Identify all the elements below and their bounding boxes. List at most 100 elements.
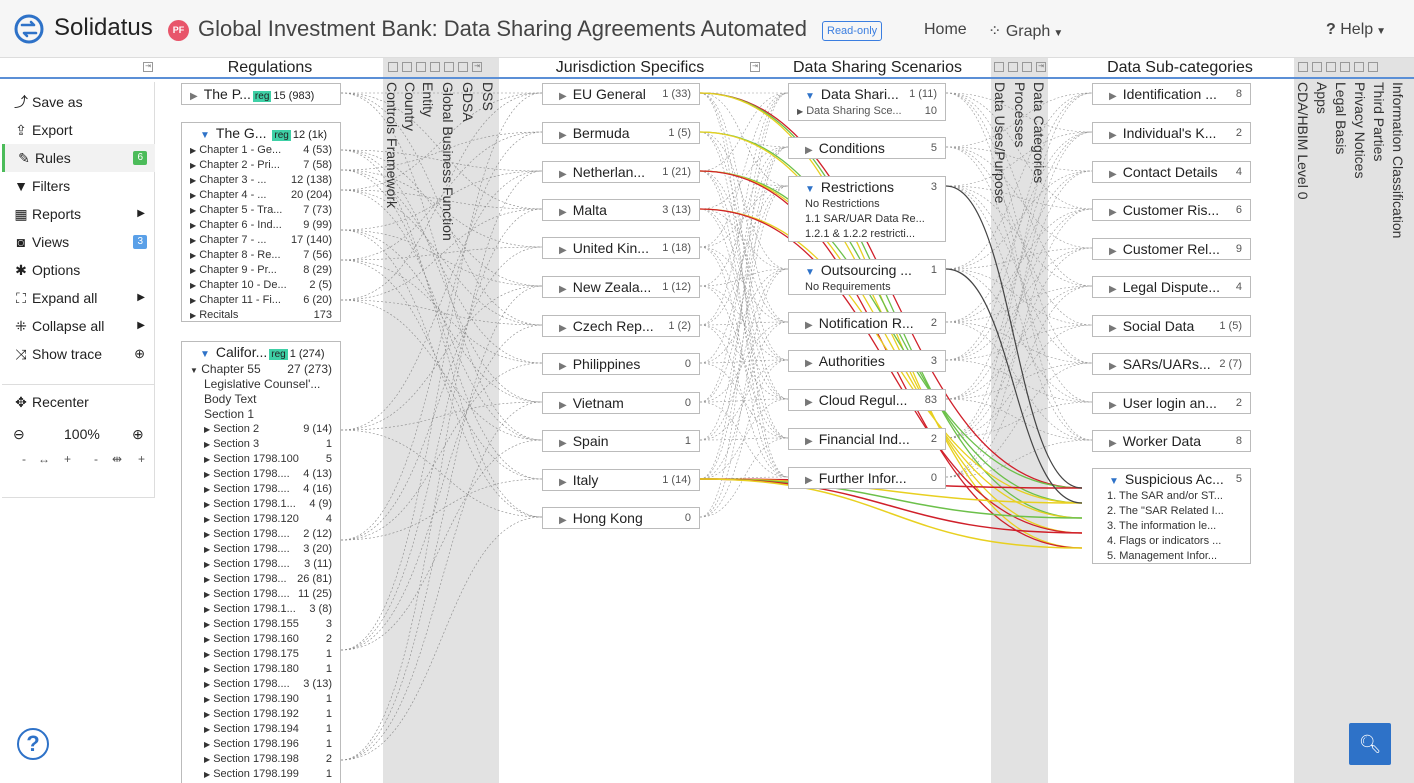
- section-item[interactable]: ▶ Section 1798.180 1: [182, 662, 340, 677]
- list-item[interactable]: 1. The SAR and/or ST...: [1093, 489, 1250, 504]
- section-item[interactable]: ▶ Section 1798.190 1: [182, 692, 340, 707]
- expand-triangle-icon[interactable]: ▶: [805, 358, 813, 369]
- expand-triangle-icon[interactable]: ▶: [805, 320, 813, 331]
- scenario-node-data-sharing[interactable]: ▼ Data Shari... 1 (11) ▶ Data Sharing Sce.…: [788, 83, 946, 121]
- jurisdiction-node[interactable]: ▶ Philippines 0: [542, 353, 700, 375]
- section-item[interactable]: ▶ Section 1798.160 2: [182, 632, 340, 647]
- scenario-node-conditions[interactable]: ▶ Conditions 5: [788, 137, 946, 159]
- sidebar-item-save-as[interactable]: ⤴ Save as: [2, 88, 155, 116]
- sidebar-item-options[interactable]: ✱ Options: [2, 256, 155, 284]
- expand-triangle-icon[interactable]: ▶: [1109, 323, 1117, 334]
- expand-triangle-icon[interactable]: ▶: [1109, 207, 1117, 218]
- section-item[interactable]: ▶ Section 1798... 26 (81): [182, 572, 340, 587]
- scenario-node-financial[interactable]: ▶ Financial Ind... 2: [788, 428, 946, 450]
- sidebar-item-export[interactable]: ⇪ Export: [2, 116, 155, 144]
- list-item[interactable]: 5. Management Infor...: [1093, 549, 1250, 564]
- expand-triangle-icon[interactable]: ▶: [559, 361, 567, 372]
- column-toolbar[interactable]: ⇥: [388, 62, 482, 72]
- search-button[interactable]: 🔍︎: [1349, 723, 1391, 765]
- subcategory-node[interactable]: ▶ Individual's K... 2: [1092, 122, 1251, 144]
- list-item[interactable]: Legislative Counsel'...: [182, 377, 340, 392]
- section-item[interactable]: ▶ Section 1798.199 1: [182, 767, 340, 782]
- chapter-item[interactable]: ▶ Chapter 10 - De... 2 (5): [182, 278, 340, 293]
- expand-triangle-icon[interactable]: ▶: [559, 169, 567, 180]
- expand-triangle-icon[interactable]: ▶: [559, 284, 567, 295]
- subcategory-node[interactable]: ▶ Legal Dispute... 4: [1092, 276, 1251, 298]
- layer-label-country[interactable]: Country: [402, 82, 418, 131]
- list-item[interactable]: 4. Flags or indicators ...: [1093, 534, 1250, 549]
- widen-gap-button[interactable]: +: [138, 448, 145, 470]
- section-item[interactable]: ▶ Section 1798.... 3 (11): [182, 557, 340, 572]
- subcategory-node-suspicious[interactable]: ▼ Suspicious Ac... 5 1. The SAR and/or ST.…: [1092, 468, 1251, 564]
- sidebar-item-reports[interactable]: ▦ Reports ▶: [2, 200, 155, 228]
- subcategory-node[interactable]: ▶ Customer Rel... 9: [1092, 238, 1251, 260]
- layer-label-processes[interactable]: Processes: [1012, 82, 1028, 147]
- subcategory-node[interactable]: ▶ Contact Details 4: [1092, 161, 1251, 183]
- sidebar-item-expand-all[interactable]: ⛶ Expand all ▶: [2, 284, 155, 312]
- expand-triangle-icon[interactable]: ▶: [805, 475, 813, 486]
- layer-label-gbf[interactable]: Global Business Function: [440, 82, 456, 241]
- recenter-button[interactable]: ✥ Recenter: [2, 388, 155, 416]
- jurisdiction-node[interactable]: ▶ United Kin... 1 (18): [542, 237, 700, 259]
- sidebar-item-filters[interactable]: ▼ Filters: [2, 172, 155, 200]
- section-item[interactable]: ▶ Section 1798.196 1: [182, 737, 340, 752]
- section-item[interactable]: ▶ Section 1798.100 5: [182, 452, 340, 467]
- expand-triangle-icon[interactable]: ▶: [1109, 246, 1117, 257]
- expand-triangle-icon[interactable]: ▶: [1109, 130, 1117, 141]
- section-item[interactable]: ▶ Section 1798.... 3 (20): [182, 542, 340, 557]
- expand-triangle-icon[interactable]: ▶: [559, 91, 567, 102]
- sidebar-item-rules[interactable]: ✎ Rules 6: [2, 144, 155, 172]
- jurisdiction-node[interactable]: ▶ New Zeala... 1 (12): [542, 276, 700, 298]
- scenario-node-restrictions[interactable]: ▼ Restrictions 3 No Restrictions 1.1 SAR/U…: [788, 176, 946, 242]
- column-header-jurisdiction[interactable]: Jurisdiction Specifics: [540, 58, 720, 78]
- list-item[interactable]: ▶ Data Sharing Sce... 10: [789, 104, 945, 119]
- sidebar-item-collapse-all[interactable]: ⁜ Collapse all ▶: [2, 312, 155, 340]
- subcategory-node[interactable]: ▶ SARs/UARs... 2 (7): [1092, 353, 1251, 375]
- section-item[interactable]: ▶ Section 1798.... 3 (13): [182, 677, 340, 692]
- list-item[interactable]: 1.2.1 & 1.2.2 restricti...: [789, 227, 945, 242]
- subcategory-node[interactable]: ▶ Identification ... 8: [1092, 83, 1251, 105]
- section-item[interactable]: ▶ Section 1798.1... 3 (8): [182, 602, 340, 617]
- scenario-node-further[interactable]: ▶ Further Infor... 0: [788, 467, 946, 489]
- jurisdiction-node[interactable]: ▶ Bermuda 1 (5): [542, 122, 700, 144]
- section-item[interactable]: ▶ Section 1798.... 11 (25): [182, 587, 340, 602]
- chapter-item[interactable]: ▶ Chapter 7 - ... 17 (140): [182, 233, 340, 248]
- expand-triangle-icon[interactable]: ▶: [559, 130, 567, 141]
- collapse-triangle-icon[interactable]: ▼: [1109, 476, 1119, 487]
- section-item[interactable]: ▶ Section 2 9 (14): [182, 422, 340, 437]
- chapter-item[interactable]: ▶ Chapter 5 - Tra... 7 (73): [182, 203, 340, 218]
- layer-label-privacy-notices[interactable]: Privacy Notices: [1352, 82, 1368, 178]
- section-item[interactable]: ▶ Section 1798.1... 4 (9): [182, 497, 340, 512]
- subcategory-node[interactable]: ▶ Worker Data 8: [1092, 430, 1251, 452]
- list-item[interactable]: 1.1 SAR/UAR Data Re...: [789, 212, 945, 227]
- scenario-node-outsourcing[interactable]: ▼ Outsourcing ... 1 No Requirements: [788, 259, 946, 295]
- sidebar-item-show-trace[interactable]: ⤨ Show trace ⊕: [2, 340, 155, 368]
- collapse-triangle-icon[interactable]: ▼: [805, 184, 815, 195]
- section-item[interactable]: ▶ Section 1798.155 3: [182, 617, 340, 632]
- expand-triangle-icon[interactable]: ▶: [805, 397, 813, 408]
- expand-triangle-icon[interactable]: ▶: [559, 323, 567, 334]
- help-button[interactable]: ?: [17, 728, 49, 760]
- nav-graph-menu[interactable]: ⁘ Graph ▼: [988, 21, 1063, 41]
- collapse-triangle-icon[interactable]: ▼: [200, 349, 210, 360]
- list-item[interactable]: Body Text: [182, 392, 340, 407]
- layer-label-cda[interactable]: CDA/HBIM Level 0: [1295, 82, 1311, 199]
- section-item[interactable]: ▶ Section 1798.... 4 (13): [182, 467, 340, 482]
- chapter-item[interactable]: ▼ Chapter 55 27 (273): [182, 362, 340, 377]
- expand-triangle-icon[interactable]: ▶: [1109, 169, 1117, 180]
- list-item[interactable]: Section 1: [182, 407, 340, 422]
- expand-triangle-icon[interactable]: ▶: [805, 145, 813, 156]
- section-item[interactable]: ▶ Section 3 1: [182, 437, 340, 452]
- jurisdiction-node[interactable]: ▶ Netherlan... 1 (21): [542, 161, 700, 183]
- expand-triangle-icon[interactable]: ▶: [559, 515, 567, 526]
- layer-label-legal-basis[interactable]: Legal Basis: [1333, 82, 1349, 154]
- jurisdiction-node[interactable]: ▶ Czech Rep... 1 (2): [542, 315, 700, 337]
- column-toolbar[interactable]: ⇥: [750, 62, 760, 72]
- list-item[interactable]: No Requirements: [789, 280, 945, 295]
- chapter-item[interactable]: ▶ Chapter 4 - ... 20 (204): [182, 188, 340, 203]
- expand-triangle-icon[interactable]: ▶: [1109, 400, 1117, 411]
- section-item[interactable]: ▶ Section 1798.120 4: [182, 512, 340, 527]
- chapter-item[interactable]: ▶ Chapter 3 - ... 12 (138): [182, 173, 340, 188]
- expand-triangle-icon[interactable]: ▶: [1109, 284, 1117, 295]
- expand-triangle-icon[interactable]: ▶: [559, 438, 567, 449]
